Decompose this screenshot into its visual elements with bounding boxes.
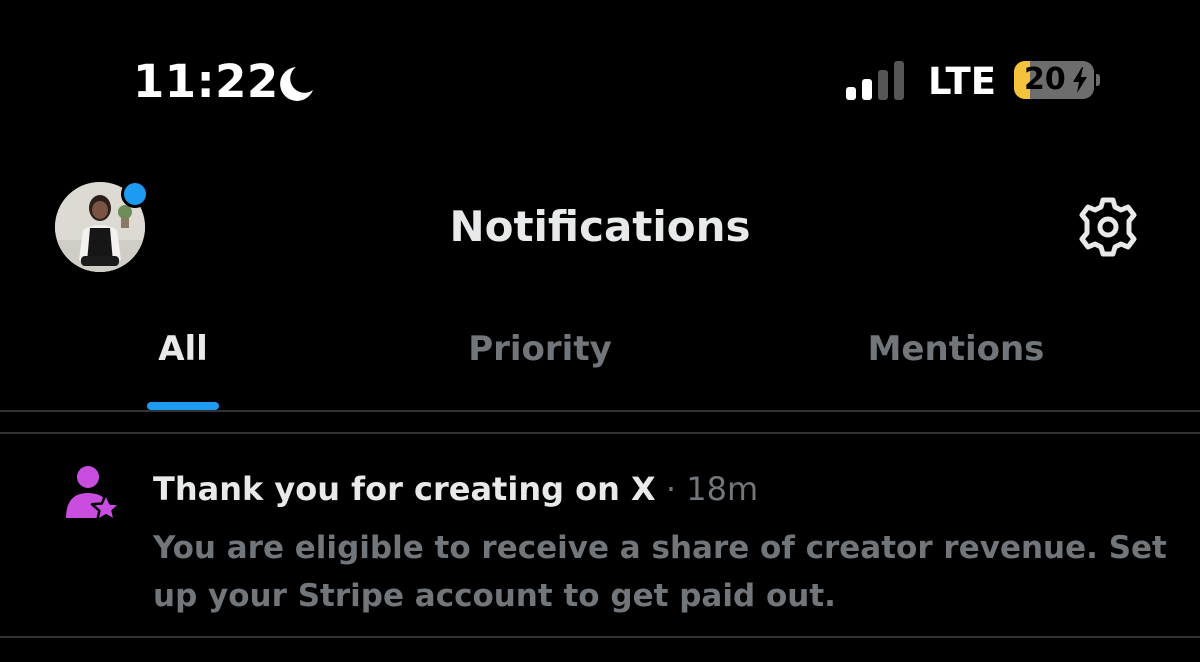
creator-star-icon [66, 466, 122, 522]
signal-icon [846, 61, 904, 100]
notification-item[interactable]: Thank you for creating on X · 18m You ar… [0, 434, 1200, 636]
status-time: 11:22 [133, 55, 279, 108]
tab-all[interactable]: All [100, 320, 266, 410]
tab-active-indicator [147, 402, 219, 410]
status-bar: 11:22 LTE 20 [0, 0, 1200, 150]
tab-mentions-label: Mentions [867, 329, 1045, 369]
battery-cap [1096, 74, 1100, 86]
network-label: LTE [928, 60, 996, 103]
avatar-notification-dot [121, 180, 149, 208]
battery-indicator: 20 [1014, 61, 1094, 99]
battery-body: 20 [1014, 61, 1094, 99]
gear-icon[interactable] [1076, 197, 1140, 257]
page-title: Notifications [449, 202, 751, 251]
moon-icon [280, 67, 313, 101]
tab-divider [0, 410, 1200, 412]
notification-title: Thank you for creating on X [153, 470, 656, 508]
bolt-icon [1073, 67, 1087, 93]
tab-mentions[interactable]: Mentions [800, 320, 1112, 410]
tab-bar: All Priority Mentions [0, 320, 1200, 410]
notification-divider [0, 636, 1200, 638]
notification-separator: · [665, 470, 677, 508]
tab-priority-label: Priority [468, 329, 612, 369]
notification-time: 18m [686, 470, 759, 508]
battery-percent: 20 [1024, 62, 1066, 97]
tab-all-label: All [158, 329, 208, 369]
notification-body: You are eligible to receive a share of c… [153, 530, 1167, 614]
tab-priority[interactable]: Priority [400, 320, 680, 410]
notification-headline: Thank you for creating on X · 18m [153, 466, 1173, 512]
